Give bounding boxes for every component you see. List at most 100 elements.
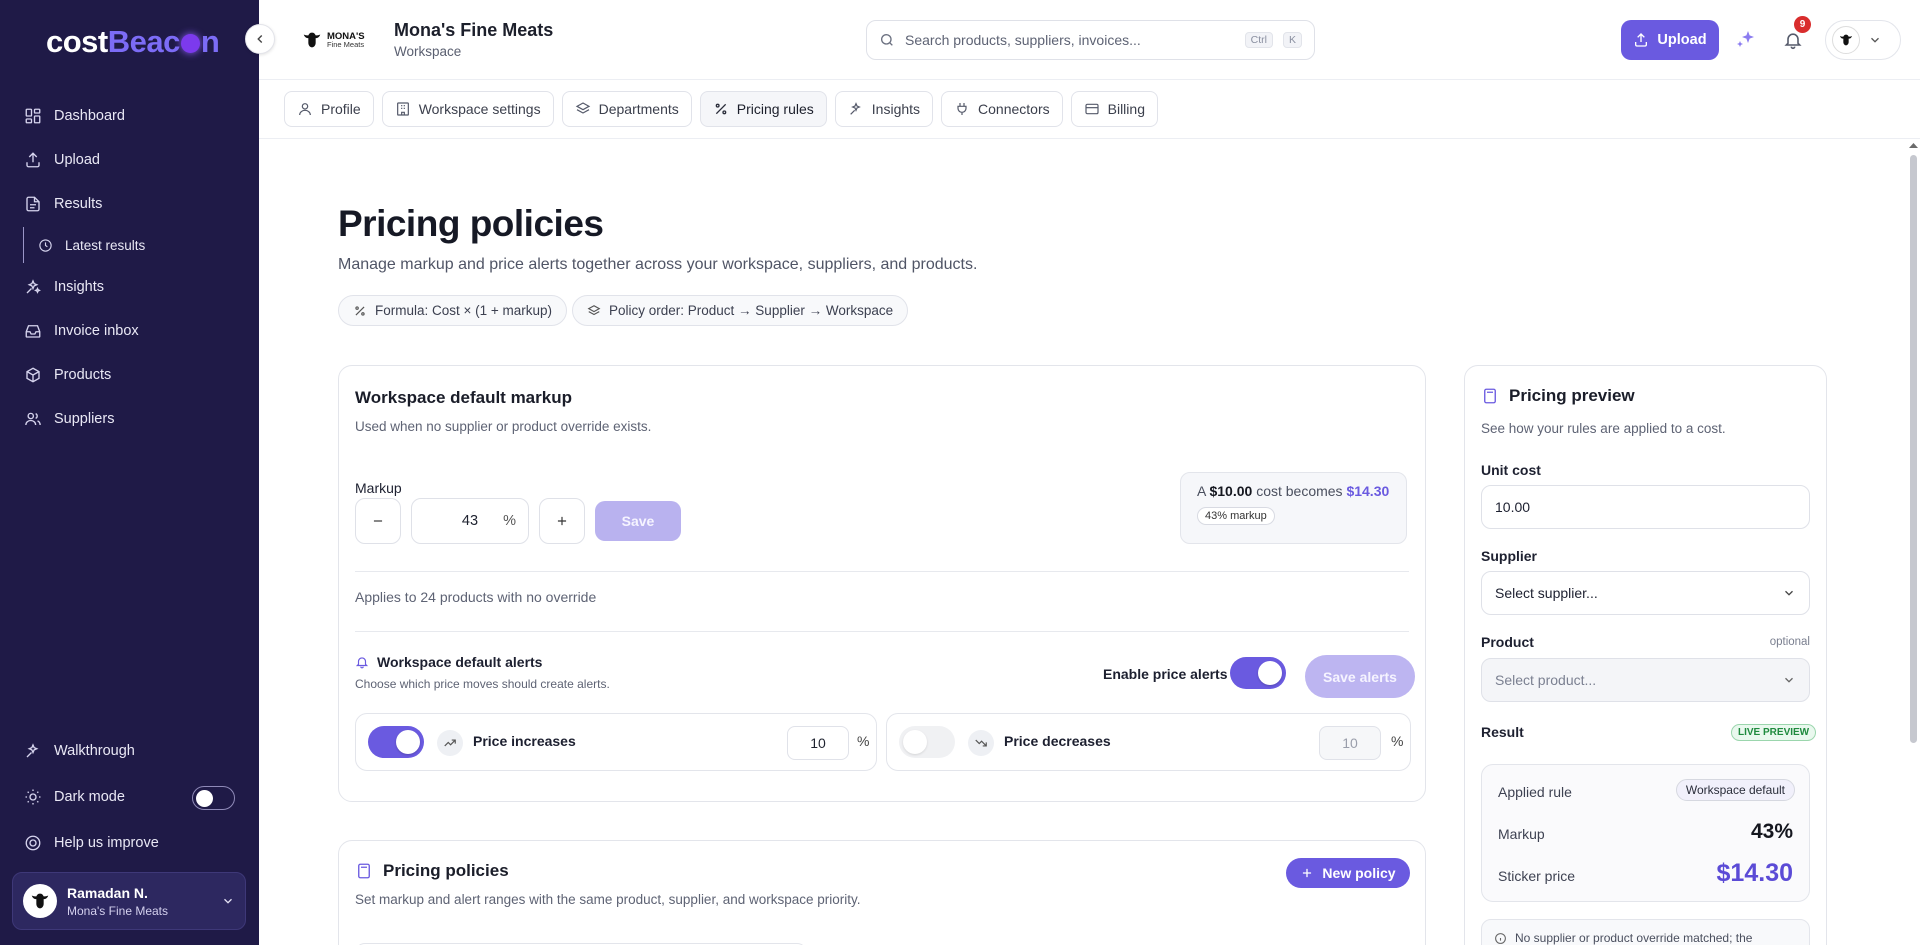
upload-label: Upload [1657, 32, 1707, 48]
example-price: $14.30 [1346, 483, 1390, 499]
global-search-input[interactable]: Search products, suppliers, invoices... … [866, 20, 1315, 60]
preview-heading: Pricing preview [1481, 386, 1635, 406]
price-increases-toggle[interactable] [368, 726, 424, 758]
user-avatar [23, 884, 57, 918]
card-title: Workspace default markup [355, 388, 572, 407]
collapse-sidebar-button[interactable] [245, 24, 275, 54]
sidebar-item-label: Results [54, 196, 103, 212]
sidebar-item-invoice-inbox[interactable]: Invoice inbox [24, 319, 139, 343]
percent-suffix: % [857, 733, 870, 749]
layers-icon [587, 304, 601, 315]
markup-example: A $10.00 cost becomes $14.30 43% markup [1180, 472, 1407, 544]
formula-text: Formula: Cost × (1 + markup) [375, 303, 553, 318]
dark-mode-row: Dark mode [24, 785, 125, 809]
tab-connectors[interactable]: Connectors [941, 91, 1063, 127]
user-menu[interactable]: Ramadan N. Mona's Fine Meats [12, 872, 246, 930]
example-cost: $10.00 [1209, 483, 1253, 499]
price-decreases-threshold[interactable]: 10 [1319, 726, 1381, 760]
info-text: No supplier or product override matched;… [1515, 931, 1753, 945]
sidebar-item-products[interactable]: Products [24, 363, 111, 387]
page-scrollbar[interactable] [1907, 140, 1920, 945]
result-label: Result [1481, 724, 1524, 740]
product-label: Product [1481, 634, 1534, 650]
policies-subtitle: Set markup and alert ranges with the sam… [355, 892, 861, 907]
walkthrough-link[interactable]: Walkthrough [24, 739, 135, 763]
sticker-price-label: Sticker price [1498, 868, 1576, 884]
dark-mode-label: Dark mode [54, 789, 125, 805]
preview-info-note: No supplier or product override matched;… [1481, 919, 1810, 945]
brand-logo[interactable]: MONA'S Fine Meats [301, 26, 371, 54]
credit-card-icon [1085, 103, 1099, 115]
new-policy-button[interactable]: New policy [1286, 858, 1410, 888]
tab-label: Departments [598, 101, 679, 117]
trending-up-icon [437, 730, 463, 756]
tab-pricing-rules[interactable]: Pricing rules [699, 91, 827, 127]
ai-assistant-button[interactable] [1730, 24, 1762, 56]
sidebar-item-suppliers[interactable]: Suppliers [24, 407, 114, 431]
tab-label: Pricing rules [736, 101, 814, 117]
tab-billing[interactable]: Billing [1070, 91, 1158, 127]
costbeacon-logo[interactable]: costBeac n [46, 24, 220, 60]
notification-badge: 9 [1794, 16, 1811, 33]
tab-workspace-settings[interactable]: Workspace settings [381, 91, 554, 127]
sparkles-icon [1737, 31, 1754, 47]
price-decreases-label: Price decreases [1004, 733, 1111, 749]
price-decreases-toggle[interactable] [899, 726, 955, 758]
submenu-rail [23, 227, 24, 263]
percent-icon [715, 103, 727, 115]
increase-markup-button[interactable] [539, 498, 585, 544]
markup-input[interactable]: 43 % [411, 498, 529, 544]
supplier-select[interactable]: Select supplier... [1481, 571, 1810, 615]
chevron-down-icon [1785, 677, 1793, 683]
account-menu[interactable] [1825, 20, 1901, 60]
product-select[interactable]: Select product... [1481, 658, 1810, 702]
save-markup-button[interactable]: Save [595, 501, 681, 541]
markup-result-value: 43% [1750, 820, 1793, 843]
sidebar-item-dashboard[interactable]: Dashboard [24, 104, 125, 128]
tab-label: Workspace settings [418, 101, 541, 117]
percent-suffix: % [503, 513, 516, 529]
sidebar-item-latest-results[interactable]: Latest results [38, 233, 145, 257]
applies-text: Applies to 24 products with no override [355, 589, 597, 605]
applied-rule-value: Workspace default [1675, 779, 1795, 801]
enable-alerts-toggle[interactable] [1230, 657, 1286, 689]
tab-profile[interactable]: Profile [284, 91, 374, 127]
help-link[interactable]: Help us improve [24, 831, 159, 855]
bell-icon [355, 657, 369, 669]
sun-icon [25, 789, 41, 805]
new-policy-label: New policy [1322, 865, 1396, 881]
sticker-price-value: $14.30 [1716, 859, 1793, 887]
bull-logo-icon [31, 893, 49, 909]
scrollbar-thumb[interactable] [1910, 155, 1917, 743]
save-alerts-button[interactable]: Save alerts [1305, 655, 1415, 698]
sidebar-item-label: Dashboard [54, 108, 125, 124]
price-increases-threshold[interactable]: 10 [787, 726, 849, 760]
sidebar-item-results[interactable]: Results [24, 192, 102, 216]
minus-icon [373, 520, 383, 522]
notifications-button[interactable]: 9 [1777, 16, 1811, 56]
policy-order-text: Policy order: Product → Supplier → Works… [609, 303, 894, 318]
preview-title: Pricing preview [1509, 386, 1635, 405]
top-header: MONA'S Fine Meats Mona's Fine Meats Work… [259, 0, 1920, 80]
chevron-down-icon [224, 898, 232, 904]
dark-mode-toggle[interactable] [192, 786, 235, 810]
markup-value: 43 [461, 513, 479, 529]
policies-title: Pricing policies [383, 861, 509, 880]
unit-cost-value: 10.00 [1495, 499, 1531, 515]
box-icon [26, 367, 40, 383]
tab-insights[interactable]: Insights [834, 91, 934, 127]
upload-button[interactable]: Upload [1621, 20, 1719, 60]
info-icon [1495, 932, 1506, 944]
beacon-dot-icon [180, 34, 200, 53]
user-name: Ramadan N. [67, 884, 148, 901]
tab-departments[interactable]: Departments [561, 91, 692, 127]
sidebar-item-insights[interactable]: Insights [24, 275, 104, 299]
unit-cost-input[interactable]: 10.00 [1481, 485, 1810, 529]
help-chat-icon [25, 835, 41, 851]
toggle-knob [196, 789, 213, 807]
inbox-icon [25, 325, 41, 338]
applied-rule-label: Applied rule [1498, 784, 1572, 800]
shortcut-ctrl: Ctrl [1244, 32, 1273, 48]
decrease-markup-button[interactable] [355, 498, 401, 544]
sidebar-item-upload[interactable]: Upload [24, 148, 100, 172]
